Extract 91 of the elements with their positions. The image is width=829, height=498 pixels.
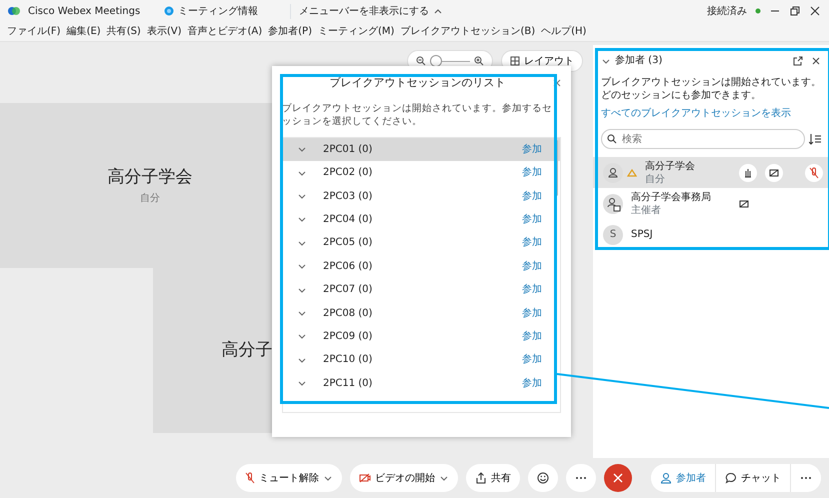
join-link[interactable]: 参加 — [522, 376, 542, 391]
pop-out-icon[interactable] — [793, 56, 803, 66]
reaction-button[interactable] — [528, 464, 558, 492]
participant-row[interactable]: 高分子学会事務局 主催者 — [593, 188, 829, 219]
app-logo-icon — [8, 6, 20, 16]
participant-role: 主催者 — [631, 204, 662, 216]
session-name: 2PC03 (0) — [323, 190, 372, 204]
menu-item[interactable]: 音声とビデオ(A) — [184, 24, 266, 39]
session-row[interactable]: 2PC11 (0) 参加 — [283, 372, 560, 395]
breakout-notice: ブレイクアウトセッションは開始されています。どのセッションにも参加できます。 — [600, 76, 822, 102]
session-row[interactable]: 2PC05 (0) 参加 — [283, 231, 560, 255]
participant-role: 自分 — [645, 172, 666, 186]
join-link[interactable]: 参加 — [522, 212, 542, 227]
session-row[interactable]: 2PC03 (0) 参加 — [283, 184, 560, 208]
avatar: S — [603, 224, 623, 244]
sort-icon[interactable] — [809, 133, 821, 145]
end-meeting-button[interactable] — [604, 464, 632, 492]
chat-bubble-icon — [725, 472, 737, 484]
info-icon — [164, 6, 174, 16]
session-row[interactable]: 2PC04 (0) 参加 — [283, 208, 560, 232]
person-share-avatar-icon — [603, 194, 623, 214]
participant-name: SPSJ — [631, 228, 654, 241]
zoom-out-icon[interactable] — [416, 56, 426, 66]
session-name: 2PC11 (0) — [323, 376, 372, 391]
menu-item[interactable]: 共有(S) — [104, 24, 144, 39]
participant-row[interactable]: S SPSJ — [593, 219, 829, 250]
participant-row[interactable]: 高分子学会 自分 — [593, 157, 829, 188]
menu-item[interactable]: ヘルプ(H) — [538, 24, 590, 39]
menu-item[interactable]: ミーティング(M) — [315, 24, 398, 39]
participant-name: 高分子学会 — [108, 166, 192, 190]
camera-off-icon — [359, 473, 371, 483]
app-title: Cisco Webex Meetings — [28, 4, 140, 18]
session-name: 2PC02 (0) — [323, 166, 372, 180]
join-link[interactable]: 参加 — [522, 188, 542, 204]
person-avatar-icon — [603, 162, 623, 182]
session-name: 2PC06 (0) — [323, 260, 372, 274]
join-link[interactable]: 参加 — [522, 235, 542, 250]
restore-icon[interactable] — [789, 5, 801, 17]
dialog-title: ブレイクアウトセッションのリスト — [328, 74, 506, 91]
meeting-info-link[interactable]: ミーティング情報 — [178, 4, 258, 18]
participant-name: 高分子学会事務局 — [631, 190, 711, 204]
dialog-message: ブレイクアウトセッションは開始されています。参加するセッションを選択してください。 — [282, 102, 553, 130]
connection-status: 接続済み — [707, 4, 747, 18]
close-icon[interactable] — [809, 5, 821, 17]
join-link[interactable]: 参加 — [522, 328, 542, 344]
menu-item[interactable]: 編集(E) — [64, 24, 104, 39]
session-row[interactable]: 2PC02 (0) 参加 — [283, 160, 560, 184]
participant-name: 高分子 — [222, 338, 272, 362]
more-icon — [575, 476, 587, 480]
menu-item[interactable]: 表示(V) — [144, 24, 184, 39]
session-name: 2PC07 (0) — [323, 283, 372, 298]
muted-microphone-icon — [245, 472, 255, 484]
join-link[interactable]: 参加 — [522, 282, 542, 298]
close-icon[interactable] — [811, 56, 821, 66]
join-link[interactable]: 参加 — [522, 258, 542, 274]
share-button[interactable]: 共有 — [466, 464, 520, 492]
participant-name: 高分子学会 — [645, 160, 696, 172]
person-icon — [660, 472, 672, 484]
menu-item[interactable]: ファイル(F) — [4, 24, 64, 39]
join-link[interactable]: 参加 — [522, 352, 542, 368]
zoom-slider-thumb[interactable] — [430, 55, 442, 67]
join-link[interactable]: 参加 — [522, 165, 542, 180]
session-row[interactable]: 2PC08 (0) 参加 — [283, 301, 560, 325]
close-icon — [613, 473, 623, 483]
session-row[interactable]: 2PC07 (0) 参加 — [283, 278, 560, 302]
menu-item[interactable]: 参加者(P) — [265, 24, 315, 39]
panel-title: 参加者 (3) — [615, 54, 662, 68]
session-row[interactable]: 2PC01 (0) 参加 — [283, 138, 560, 161]
search-icon — [607, 134, 617, 144]
grid-icon — [510, 56, 520, 66]
session-row[interactable]: 2PC09 (0) 参加 — [283, 324, 560, 348]
session-name: 2PC01 (0) — [323, 142, 372, 157]
session-name: 2PC09 (0) — [323, 330, 372, 344]
zoom-in-icon[interactable] — [474, 56, 484, 66]
session-row[interactable]: 2PC10 (0) 参加 — [283, 348, 560, 372]
start-video-button[interactable]: ビデオの開始 — [350, 464, 458, 492]
join-link[interactable]: 参加 — [522, 306, 542, 321]
session-name: 2PC08 (0) — [323, 306, 372, 321]
hide-menu-bar-link[interactable]: メニューバーを非表示にする — [299, 4, 430, 18]
participant-label: 自分 — [140, 192, 160, 206]
more-icon — [800, 476, 812, 480]
unmute-button[interactable]: ミュート解除 — [236, 464, 342, 492]
session-name: 2PC10 (0) — [323, 353, 372, 368]
search-field[interactable]: 検索 — [601, 129, 805, 149]
show-all-sessions-link[interactable]: すべてのブレイクアウトセッションを表示 — [601, 108, 791, 119]
smiley-icon — [537, 472, 549, 484]
session-row[interactable]: 2PC06 (0) 参加 — [283, 254, 560, 278]
session-name: 2PC05 (0) — [323, 236, 372, 250]
menu-item[interactable]: ブレイクアウトセッション(B) — [397, 24, 538, 39]
share-icon — [475, 472, 487, 484]
session-name: 2PC04 (0) — [323, 212, 372, 227]
